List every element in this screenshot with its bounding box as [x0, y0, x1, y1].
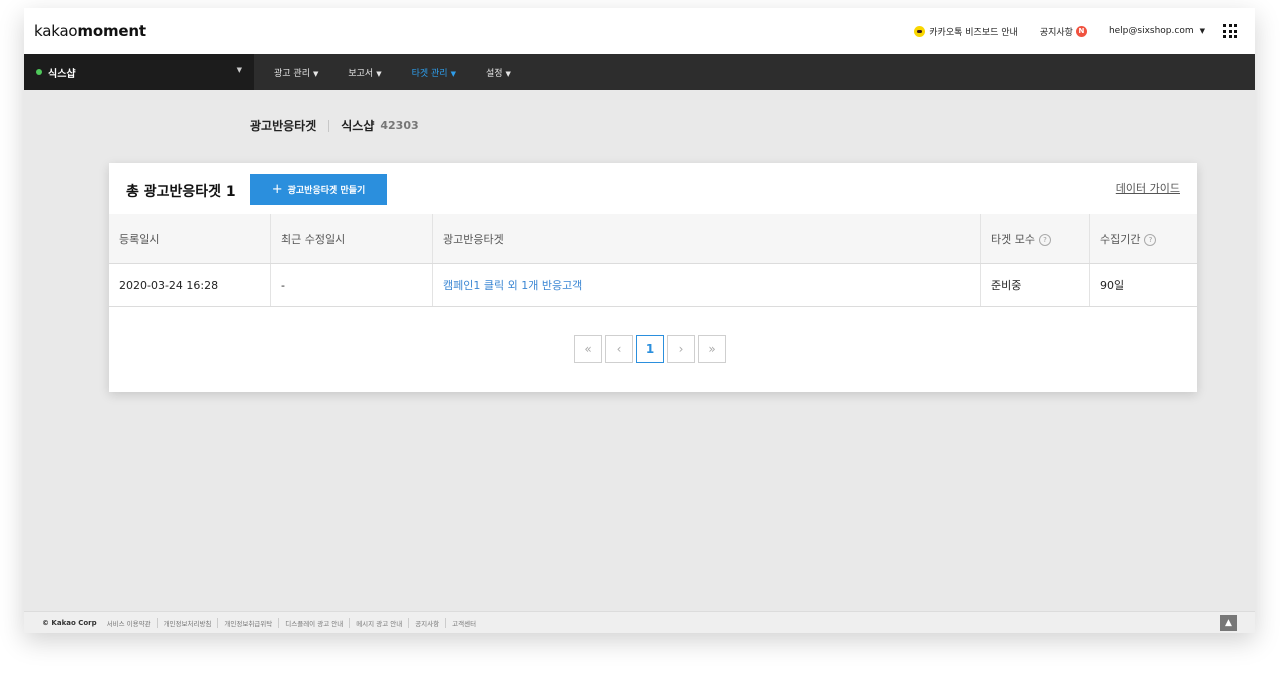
chevron-down-icon: ▼ — [1199, 27, 1205, 35]
top-header: kakaomoment 카카오톡 비즈보드 안내 공지사항 N help@six… — [24, 8, 1255, 55]
target-link[interactable]: 캠페인1 클릭 외 1개 반응고객 — [443, 279, 582, 292]
footer-links: 서비스 이용약관 개인정보처리방침 개인정보취급위탁 디스플레이 광고 안내 메… — [107, 618, 482, 628]
create-target-button[interactable]: + 광고반응타겟 만들기 — [250, 174, 387, 205]
header-utilities: 카카오톡 비즈보드 안내 공지사항 N help@sixshop.com ▼ — [892, 8, 1237, 54]
status-dot-icon — [36, 69, 42, 75]
account-selector[interactable]: 식스샵 ▼ — [24, 54, 254, 90]
target-table: 등록일시 최근 수정일시 광고반응타겟 타겟 모수? 수집기간? 2020-03… — [109, 214, 1197, 307]
target-list-card: 총 광고반응타겟 1 + 광고반응타겟 만들기 데이터 가이드 등록일시 최근 … — [109, 163, 1197, 392]
card-header: 총 광고반응타겟 1 + 광고반응타겟 만들기 데이터 가이드 — [109, 163, 1197, 215]
page-prev-button[interactable]: ‹ — [605, 335, 633, 363]
nav-item-target-management[interactable]: 타겟 관리 ▼ — [412, 66, 456, 79]
nav-item-reports[interactable]: 보고서 ▼ — [348, 66, 381, 79]
chevron-down-icon: ▼ — [312, 69, 319, 78]
table-header-row: 등록일시 최근 수정일시 광고반응타겟 타겟 모수? 수집기간? — [109, 214, 1197, 264]
cell-modified: - — [270, 263, 433, 307]
footer-link-display-ad[interactable]: 디스플레이 광고 안내 — [278, 618, 349, 628]
col-population: 타겟 모수? — [980, 214, 1090, 264]
apps-grid-icon[interactable] — [1223, 24, 1237, 38]
copyright: © Kakao Corp — [42, 619, 97, 627]
user-menu[interactable]: help@sixshop.com ▼ — [1109, 26, 1205, 36]
col-target: 광고반응타겟 — [432, 214, 981, 264]
page-last-button[interactable]: » — [698, 335, 726, 363]
page-first-button[interactable]: « — [574, 335, 602, 363]
footer-link-message-ad[interactable]: 메시지 광고 안내 — [349, 618, 408, 628]
page-title: 광고반응타겟 식스샵 42303 — [250, 119, 419, 133]
chevron-down-icon: ▼ — [505, 69, 511, 78]
help-icon[interactable]: ? — [1038, 233, 1051, 246]
chevron-down-icon: ▼ — [376, 69, 382, 78]
footer-link-terms[interactable]: 서비스 이용약관 — [107, 618, 157, 628]
cell-period: 90일 — [1089, 263, 1197, 307]
cell-registered: 2020-03-24 16:28 — [109, 263, 271, 307]
new-badge: N — [1075, 25, 1087, 37]
data-guide-link[interactable]: 데이터 가이드 — [1116, 180, 1180, 196]
nav-item-ad-management[interactable]: 광고 관리 ▼ — [274, 66, 318, 79]
nav-menu: 광고 관리 ▼ 보고서 ▼ 타겟 관리 ▼ 설정 ▼ — [274, 54, 541, 90]
help-icon[interactable]: ? — [1144, 233, 1157, 246]
footer-link-notice[interactable]: 공지사항 — [408, 618, 445, 628]
chevron-down-icon: ▼ — [236, 66, 242, 74]
footer-link-support[interactable]: 고객센터 — [445, 618, 482, 628]
notice-link[interactable]: 공지사항 N — [1040, 25, 1087, 38]
pagination: « ‹ 1 › » — [574, 335, 729, 363]
page-current-button[interactable]: 1 — [636, 335, 664, 363]
table-row: 2020-03-24 16:28 - 캠페인1 클릭 외 1개 반응고객 준비중… — [109, 263, 1197, 307]
footer: © Kakao Corp 서비스 이용약관 개인정보처리방침 개인정보취급위탁 … — [24, 611, 1255, 633]
cell-target: 캠페인1 클릭 외 1개 반응고객 — [432, 263, 981, 307]
kakaotalk-icon — [914, 25, 926, 37]
nav-item-settings[interactable]: 설정 ▼ — [486, 66, 511, 79]
page-next-button[interactable]: › — [667, 335, 695, 363]
title-divider — [328, 119, 330, 132]
col-period: 수집기간? — [1089, 214, 1197, 264]
col-modified: 최근 수정일시 — [270, 214, 433, 264]
kakaotalk-bizboard-link[interactable]: 카카오톡 비즈보드 안내 — [914, 25, 1018, 38]
footer-link-privacy[interactable]: 개인정보처리방침 — [156, 618, 218, 628]
footer-link-privacy-consign[interactable]: 개인정보취급위탁 — [217, 618, 278, 628]
app-window: kakaomoment 카카오톡 비즈보드 안내 공지사항 N help@six… — [24, 8, 1255, 633]
plus-icon: + — [271, 182, 283, 197]
col-registered: 등록일시 — [109, 214, 271, 264]
main-nav: 식스샵 ▼ 광고 관리 ▼ 보고서 ▼ 타겟 관리 ▼ 설정 ▼ — [24, 54, 1255, 90]
chevron-down-icon: ▼ — [450, 69, 456, 78]
kakaomoment-logo[interactable]: kakaomoment — [34, 22, 146, 40]
scroll-top-icon[interactable]: ▲ — [1220, 615, 1237, 631]
cell-population-status: 준비중 — [980, 263, 1090, 307]
total-count-label: 총 광고반응타겟 1 — [126, 184, 236, 200]
